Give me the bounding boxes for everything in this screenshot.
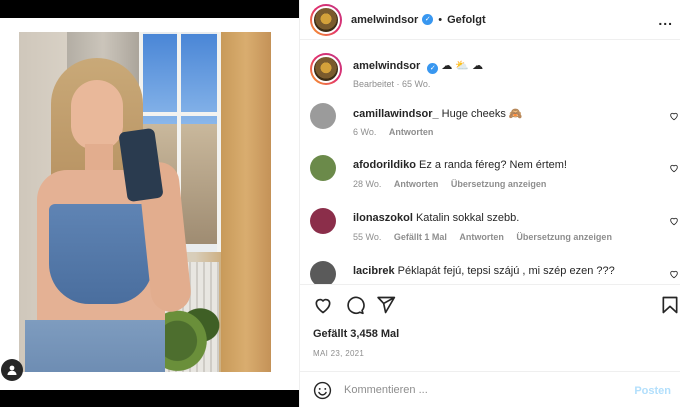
- like-comment-heart-icon[interactable]: [669, 111, 679, 121]
- comment-item: afodorildiko Ez a randa féreg? Nem értem…: [310, 153, 680, 197]
- comment-username[interactable]: lacibrek: [353, 265, 395, 277]
- save-bookmark-icon[interactable]: [660, 295, 680, 315]
- comment-text-row: ilonaszokol Katalin sokkal szebb.: [353, 212, 519, 224]
- comment-avatar[interactable]: [310, 103, 336, 129]
- verified-badge-icon: ✓: [427, 63, 439, 74]
- comment-text: Ez a randa féreg? Nem értem!: [419, 159, 567, 171]
- follow-status-button[interactable]: Gefolgt: [447, 14, 486, 26]
- post-media-panel: [0, 0, 299, 407]
- comment-meta: 28 Wo. Antworten Übersetzung anzeigen: [353, 179, 556, 189]
- caption-username[interactable]: amelwindsor: [353, 60, 420, 72]
- comment-meta: 6 Wo. Antworten: [353, 127, 443, 137]
- comment-item: camillawindsor_ Huge cheeks 🙈 6 Wo. Antw…: [310, 101, 680, 145]
- comment-likes-button[interactable]: Gefällt 1 Mal: [394, 232, 447, 242]
- reply-button[interactable]: Antworten: [459, 232, 504, 242]
- photo-jeans: [25, 320, 165, 372]
- header-separator: •: [438, 13, 443, 26]
- comment-text: Péklapát fejú, tepsi szájú , mi szép eze…: [397, 265, 615, 277]
- reply-button[interactable]: Antworten: [389, 127, 434, 137]
- photo-pane-h: [139, 112, 221, 116]
- avatar[interactable]: [310, 3, 342, 36]
- show-translation-button[interactable]: Übersetzung anzeigen: [516, 232, 612, 242]
- caption-meta: Bearbeitet · 65 Wo.: [353, 79, 431, 89]
- share-paper-plane-icon[interactable]: [376, 295, 396, 315]
- comment-avatar[interactable]: [310, 261, 336, 284]
- comment-composer: Posten: [300, 371, 680, 407]
- post-side-panel: amelwindsor ✓ • Gefolgt ... amelwindsor …: [299, 0, 680, 407]
- show-translation-button[interactable]: Übersetzung anzeigen: [451, 179, 547, 189]
- comment-age: 28 Wo.: [353, 179, 382, 189]
- verified-badge-icon: ✓: [422, 14, 434, 25]
- comment-username[interactable]: afodorildiko: [353, 159, 416, 171]
- like-comment-heart-icon[interactable]: [669, 216, 679, 226]
- post-date: MAI 23, 2021: [313, 349, 365, 358]
- caption-text: ☁ ⛅ ☁: [441, 60, 484, 72]
- comment-bubble-icon[interactable]: [345, 295, 365, 315]
- comment-username[interactable]: camillawindsor_: [353, 108, 439, 120]
- comments-list[interactable]: amelwindsor ✓ ☁ ⛅ ☁ Bearbeitet · 65 Wo. …: [300, 41, 680, 285]
- post-actions-bar: [300, 285, 680, 325]
- comment-text: Katalin sokkal szebb.: [415, 212, 520, 224]
- comment-item: ilonaszokol Katalin sokkal szebb. 55 Wo.…: [310, 206, 680, 250]
- comment-text: Huge cheeks 🙈: [441, 108, 523, 120]
- tagged-user-icon[interactable]: [1, 359, 23, 381]
- reply-button[interactable]: Antworten: [394, 179, 439, 189]
- photo-face: [71, 80, 123, 150]
- header-username[interactable]: amelwindsor: [351, 14, 418, 26]
- comment-text-row: lacibrek Péklapát fejú, tepsi szájú , mi…: [353, 265, 615, 277]
- comment-age: 6 Wo.: [353, 127, 377, 137]
- photo-top: [49, 204, 153, 304]
- comment-item: lacibrek Péklapát fejú, tepsi szájú , mi…: [310, 259, 680, 284]
- post-comment-button[interactable]: Posten: [634, 385, 671, 397]
- comment-avatar[interactable]: [310, 208, 336, 234]
- post-header: amelwindsor ✓ • Gefolgt ...: [300, 0, 680, 40]
- caption-text-row: amelwindsor ✓ ☁ ⛅ ☁: [353, 59, 483, 74]
- comment-avatar[interactable]: [310, 155, 336, 181]
- caption: amelwindsor ✓ ☁ ⛅ ☁ Bearbeitet · 65 Wo.: [310, 53, 670, 93]
- comment-username[interactable]: ilonaszokol: [353, 212, 413, 224]
- comment-text-row: afodorildiko Ez a randa féreg? Nem értem…: [353, 159, 567, 171]
- caption-avatar[interactable]: [310, 53, 342, 85]
- post-photo[interactable]: [19, 32, 271, 372]
- comment-text-row: camillawindsor_ Huge cheeks 🙈: [353, 107, 523, 120]
- photo-door: [221, 32, 271, 372]
- comment-input[interactable]: [344, 380, 624, 400]
- more-options-icon[interactable]: ...: [658, 12, 673, 28]
- like-comment-heart-icon[interactable]: [669, 269, 679, 279]
- likes-count[interactable]: Gefällt 3,458 Mal: [313, 328, 399, 340]
- emoji-icon[interactable]: [313, 381, 332, 400]
- like-comment-heart-icon[interactable]: [669, 163, 679, 173]
- comment-meta: 55 Wo. Gefällt 1 Mal Antworten Übersetzu…: [353, 232, 622, 242]
- comment-age: 55 Wo.: [353, 232, 382, 242]
- like-heart-icon[interactable]: [313, 295, 333, 315]
